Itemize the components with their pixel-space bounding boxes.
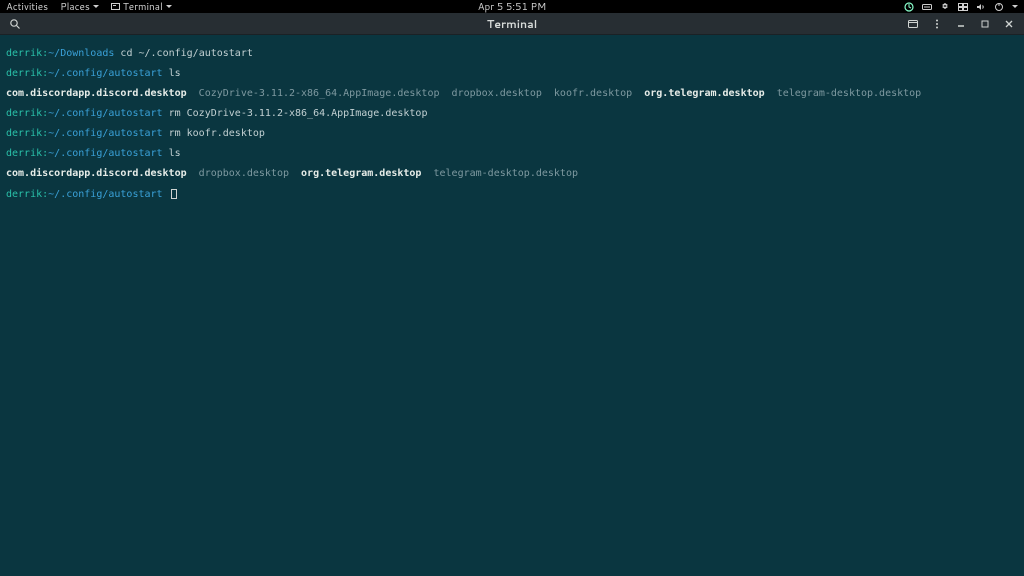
terminal-line: derrik:~/.config/autostart ls xyxy=(6,149,1018,159)
prompt-path: ~/.config/autostart xyxy=(48,108,162,119)
workspace-icon[interactable] xyxy=(958,2,968,12)
appmenu-label: Terminal xyxy=(123,0,163,14)
update-icon[interactable] xyxy=(904,2,914,12)
chevron-down-icon xyxy=(93,5,99,8)
prompt-path: ~/.config/autostart xyxy=(48,189,162,200)
terminal-line: derrik:~/Downloads cd ~/.config/autostar… xyxy=(6,49,1018,59)
command-text: ls xyxy=(169,148,181,159)
terminal-viewport[interactable]: derrik:~/Downloads cd ~/.config/autostar… xyxy=(0,35,1024,214)
activities-button[interactable]: Activities xyxy=(6,0,48,14)
prompt-user: derrik xyxy=(6,108,42,119)
prompt-user: derrik xyxy=(6,189,42,200)
ls-entry: org.telegram.desktop xyxy=(644,88,764,99)
prompt-path: ~/Downloads xyxy=(48,48,114,59)
topbar-left: Activities Places Terminal xyxy=(6,0,172,14)
terminal-line: derrik:~/.config/autostart rm CozyDrive-… xyxy=(6,109,1018,119)
terminal-line: com.discordapp.discord.desktop dropbox.d… xyxy=(6,169,1018,179)
window-title: Terminal xyxy=(487,16,537,32)
cursor xyxy=(171,189,177,199)
terminal-line: derrik:~/.config/autostart ls xyxy=(6,69,1018,79)
keyboard-icon[interactable] xyxy=(922,2,932,12)
ls-entry: dropbox.desktop xyxy=(452,88,542,99)
topbar-right xyxy=(904,2,1018,12)
ls-entry: dropbox.desktop xyxy=(199,168,289,179)
ls-entry: CozyDrive-3.11.2-x86_64.AppImage.desktop xyxy=(199,88,440,99)
chevron-down-icon xyxy=(1012,5,1018,8)
appmenu[interactable]: Terminal xyxy=(111,0,172,14)
window-headerbar: Terminal xyxy=(0,13,1024,35)
ls-entry: com.discordapp.discord.desktop xyxy=(6,88,187,99)
volume-icon[interactable] xyxy=(976,2,986,12)
search-button[interactable] xyxy=(8,17,22,31)
prompt-path: ~/.config/autostart xyxy=(48,68,162,79)
ls-entry: koofr.desktop xyxy=(554,88,632,99)
chevron-down-icon xyxy=(166,5,172,8)
terminal-line: derrik:~/.config/autostart rm koofr.desk… xyxy=(6,129,1018,139)
power-icon[interactable] xyxy=(994,2,1004,12)
ls-entry: com.discordapp.discord.desktop xyxy=(6,168,187,179)
new-tab-button[interactable] xyxy=(906,17,920,31)
places-menu[interactable]: Places xyxy=(60,0,99,14)
gnome-topbar: Activities Places Terminal Apr 5 5:51 PM xyxy=(0,0,1024,13)
prompt-path: ~/.config/autostart xyxy=(48,148,162,159)
command-text: rm CozyDrive-3.11.2-x86_64.AppImage.desk… xyxy=(169,108,428,119)
prompt-user: derrik xyxy=(6,68,42,79)
minimize-button[interactable] xyxy=(954,17,968,31)
terminal-icon xyxy=(111,3,120,10)
ls-entry: telegram-desktop.desktop xyxy=(434,168,579,179)
ls-entry: telegram-desktop.desktop xyxy=(777,88,922,99)
places-label: Places xyxy=(60,0,90,14)
menu-button[interactable] xyxy=(930,17,944,31)
prompt-user: derrik xyxy=(6,48,42,59)
close-button[interactable] xyxy=(1002,17,1016,31)
command-text: rm koofr.desktop xyxy=(169,128,265,139)
terminal-line: derrik:~/.config/autostart xyxy=(6,189,1018,200)
command-text: cd ~/.config/autostart xyxy=(120,48,252,59)
ls-entry: org.telegram.desktop xyxy=(301,168,421,179)
command-text: ls xyxy=(169,68,181,79)
prompt-path: ~/.config/autostart xyxy=(48,128,162,139)
maximize-button[interactable] xyxy=(978,17,992,31)
prompt-user: derrik xyxy=(6,148,42,159)
clock[interactable]: Apr 5 5:51 PM xyxy=(478,0,547,14)
terminal-line: com.discordapp.discord.desktop CozyDrive… xyxy=(6,89,1018,99)
prompt-user: derrik xyxy=(6,128,42,139)
dropbox-icon[interactable] xyxy=(940,2,950,12)
